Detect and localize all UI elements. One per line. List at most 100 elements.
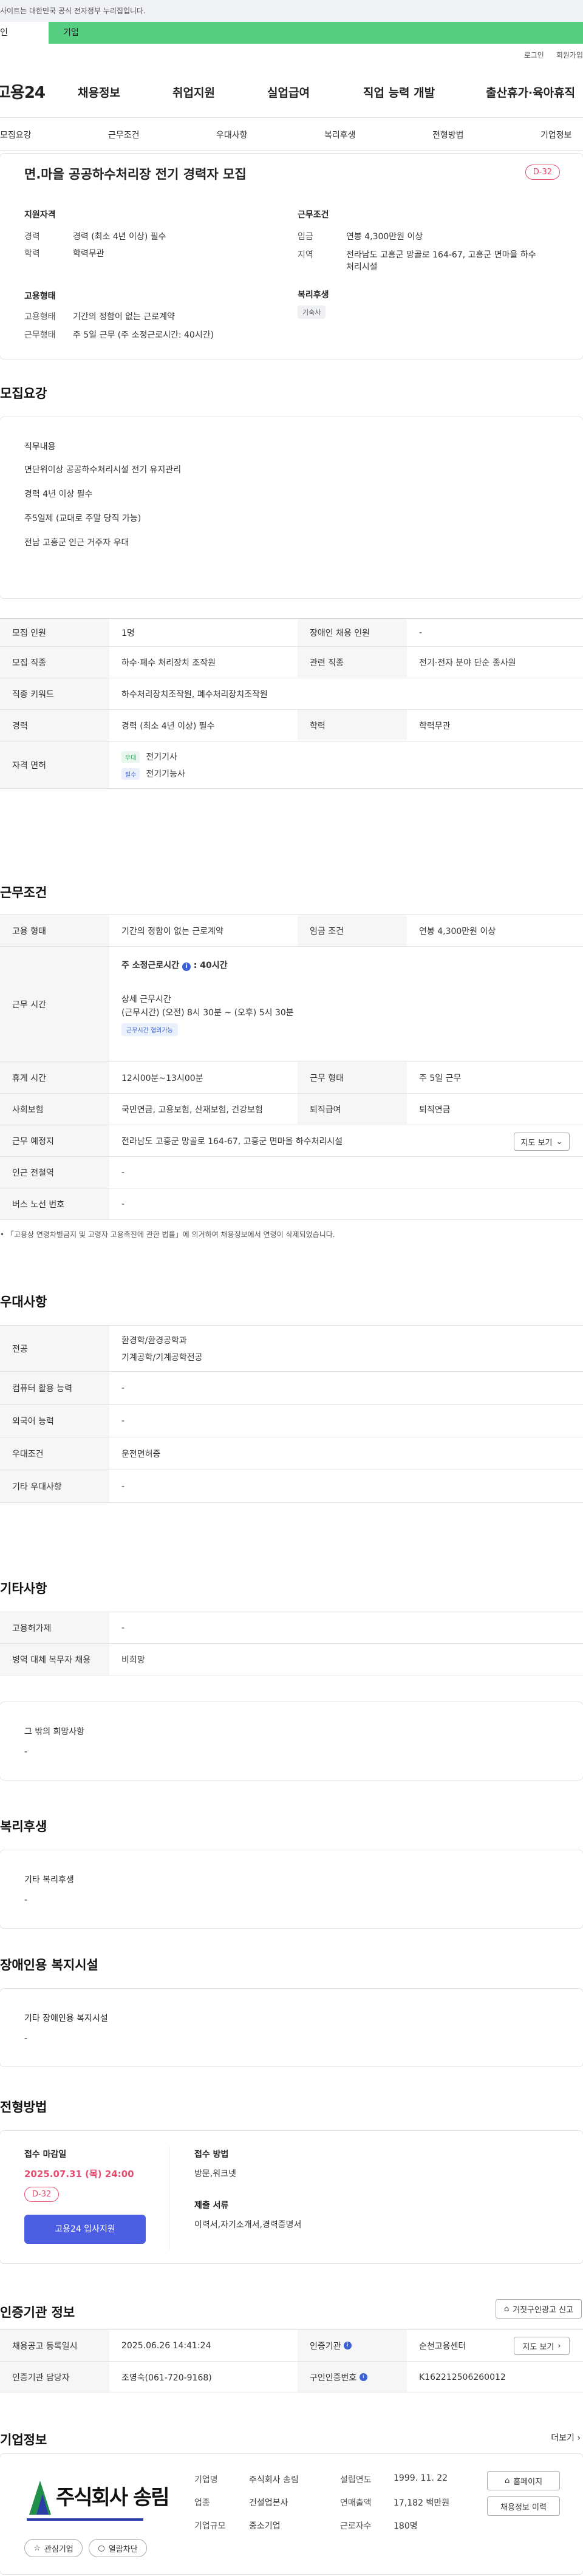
job-history-button[interactable]: 채용정보 이력 xyxy=(487,2496,560,2516)
row-value: - xyxy=(121,1481,125,1491)
welfare-heading: 복리후생 xyxy=(298,290,329,300)
row-label: 인증기관 담당자 xyxy=(0,2362,109,2393)
welfare-box: 기타 복리후생 - xyxy=(0,1850,583,1929)
gnb-unemployment[interactable]: 실업급여 xyxy=(267,84,310,100)
table-row: 컴퓨터 활용 능력 - xyxy=(0,1372,583,1405)
gnb-parental-leave[interactable]: 출산휴가·육아휴직 xyxy=(486,84,575,100)
job-summary-card: 면.마을 공공하수처리장 전기 경력자 모집 D-32 지원자격 경력 경력 (… xyxy=(0,153,583,359)
company-field-value: 17,182 백만원 xyxy=(394,2498,450,2508)
subnav-company[interactable]: 기업정보 xyxy=(540,129,572,141)
work-hours-cell: 주 소정근로시간 i : 40시간 상세 근무시간 (근무시간) (오전) 8시… xyxy=(109,947,583,1061)
subnav-work[interactable]: 근무조건 xyxy=(108,129,140,141)
table-row: 직종 키워드 하수처리장치조작원, 폐수처리장치조작원 xyxy=(0,678,583,710)
subnav-screening[interactable]: 전형방법 xyxy=(432,129,464,141)
cond-heading: 근무조건 xyxy=(298,210,329,220)
service-tabs: 인 기업 xyxy=(0,22,583,44)
info-icon[interactable]: i xyxy=(359,2373,367,2381)
detail-hours: (근무시간) (오전) 8시 30분 ~ (오후) 5시 30분 xyxy=(121,1008,294,1018)
homepage-label: 홈페이지 xyxy=(513,2477,543,2487)
gnb-jobs[interactable]: 채용정보 xyxy=(78,84,120,100)
row-value: 퇴직연금 xyxy=(419,1105,451,1115)
row-value: 2025.06.26 14:41:24 xyxy=(121,2340,211,2351)
gov-notice-bar: 사이트는 대한민국 공식 전자정부 누리집입니다. xyxy=(0,0,583,22)
info-icon[interactable]: i xyxy=(182,963,191,971)
row-label: 전공 xyxy=(0,1326,109,1371)
row-label: 학력 xyxy=(298,710,407,741)
row-value: 하수처리장치조작원, 폐수처리장치조작원 xyxy=(121,689,268,700)
join-link[interactable]: 회원가입 xyxy=(556,50,583,60)
home-icon: ⌂ xyxy=(504,2476,510,2486)
row-value: 국민연금, 고용보험, 산재보험, 건강보험 xyxy=(121,1105,263,1115)
docs-label: 제출 서류 xyxy=(194,2201,229,2210)
interest-company-button[interactable]: ☆ 관심기업 xyxy=(24,2539,83,2557)
tab-company[interactable]: 기업 xyxy=(49,22,583,44)
row-value: 주 5일 근무 xyxy=(419,1073,462,1083)
gnb-training[interactable]: 직업 능력 개발 xyxy=(363,84,435,100)
table-row: 모집 직종 하수·폐수 처리장치 조작원 관련 직종 전기·전자 분야 단순 종… xyxy=(0,647,583,678)
company-card: 주식회사 송림 ☆ 관심기업 ○ 열람차단 기업명 주식회사 송림 설립연도 199… xyxy=(0,2453,583,2575)
license-item: 우대 전기기사 xyxy=(121,751,177,763)
chevron-down-icon: ⌄ xyxy=(556,1137,563,1147)
table-row: 병역 대체 복무자 채용 비희망 xyxy=(0,1644,583,1675)
qual-label: 경력 xyxy=(24,232,40,242)
global-nav: 고용24 채용정보 취업지원 실업급여 직업 능력 개발 출산휴가·육아휴직 xyxy=(0,66,583,118)
row-value: 기간의 정함이 없는 근로계약 xyxy=(121,926,223,936)
map-view-button[interactable]: 지도 보기 ⌄ xyxy=(514,1133,570,1151)
subnav-pref[interactable]: 우대사항 xyxy=(216,129,248,141)
table-row: 전공 환경학/환경공학과 기계공학/기계공학전공 xyxy=(0,1326,583,1372)
row-value: - xyxy=(121,1383,125,1393)
tab-individual[interactable]: 인 xyxy=(0,22,49,44)
info-icon[interactable]: i xyxy=(343,2342,352,2349)
chevron-right-icon: › xyxy=(557,2341,561,2351)
login-link[interactable]: 로그인 xyxy=(524,50,544,60)
job-content-heading: 직무내용 xyxy=(24,442,56,452)
subnav-recruit[interactable]: 모집요강 xyxy=(0,129,32,141)
utility-bar: 로그인 회원가입 xyxy=(0,44,583,66)
weekly-hours-label: 주 소정근로시간 xyxy=(121,961,180,970)
company-field-label: 근로자수 xyxy=(340,2521,372,2531)
row-value: - xyxy=(121,1623,125,1633)
job-line: 경력 4년 이상 필수 xyxy=(24,489,93,499)
major-item: 기계공학/기계공학전공 xyxy=(121,1352,203,1363)
qual-value: 학력무관 xyxy=(73,249,104,259)
site-logo[interactable]: 고용24 xyxy=(0,80,63,103)
row-value: 학력무관 xyxy=(419,721,451,731)
age-notice: • 「고용상 연령차별금지 및 고령자 고용촉진에 관한 법률」에 의거하여 채… xyxy=(0,1230,335,1239)
company-logo-text: 주식회사 송림 xyxy=(56,2486,170,2510)
hours-consult-tag: 근무시간 협의가능 xyxy=(121,1023,178,1036)
company-field-label: 설립연도 xyxy=(340,2475,372,2485)
row-label: 기타 우대사항 xyxy=(0,1470,109,1502)
section-nav: 모집요강 근무조건 우대사항 복리후생 전형방법 기업정보 xyxy=(0,118,583,151)
table-row: 경력 경력 (최소 4년 이상) 필수 학력 학력무관 xyxy=(0,710,583,741)
company-more-link[interactable]: 더보기 › xyxy=(551,2431,581,2444)
table-row: 채용공고 등록일시 2025.06.26 14:41:24 인증기관 i 순천고… xyxy=(0,2330,583,2362)
row-value: 조영숙(061-720-9168) xyxy=(121,2373,212,2383)
row-value: 전기·전자 분야 단순 종사원 xyxy=(419,658,516,668)
apply-button[interactable]: 고용24 입사지원 xyxy=(24,2215,146,2244)
agency-map-button[interactable]: 지도 보기 › xyxy=(514,2337,570,2355)
cond-value: 연봉 4,300만원 이상 xyxy=(346,232,423,242)
row-label: 우대조건 xyxy=(0,1437,109,1470)
company-field-value: 180명 xyxy=(394,2521,418,2531)
subnav-welfare[interactable]: 복리후생 xyxy=(324,129,356,141)
license-list: 우대 전기기사 필수 전기기능사 xyxy=(109,741,583,788)
gnb-employment-support[interactable]: 취업지원 xyxy=(172,84,215,100)
table-row: 인증기관 담당자 조영숙(061-720-9168) 구인인증번호 i K162… xyxy=(0,2362,583,2393)
row-label: 임금 조건 xyxy=(298,915,407,946)
row-value: 하수·폐수 처리장치 조작원 xyxy=(121,658,216,668)
table-row: 우대조건 운전면허증 xyxy=(0,1437,583,1470)
row-label: 경력 xyxy=(0,710,109,741)
welfare-chip: 기숙사 xyxy=(298,305,326,319)
block-label: 열람차단 xyxy=(108,2544,138,2554)
block-view-button[interactable]: ○ 열람차단 xyxy=(89,2539,147,2557)
job-description-box: 직무내용 면단위이상 공공하수처리시설 전기 유지관리 경력 4년 이상 필수 … xyxy=(0,417,583,599)
pref-title: 우대사항 xyxy=(0,1295,47,1309)
table-row: 외국어 능력 - xyxy=(0,1405,583,1437)
report-button-label: 거짓구인광고 신고 xyxy=(513,2305,574,2315)
homepage-button[interactable]: ⌂ 홈페이지 xyxy=(487,2471,560,2490)
license-name: 전기기사 xyxy=(146,752,177,762)
other-requests-value: - xyxy=(24,1747,28,1757)
row-label: 자격 면허 xyxy=(0,741,109,788)
major-item: 환경학/환경공학과 xyxy=(121,1335,187,1346)
false-ad-report-button[interactable]: ⌂ 거짓구인광고 신고 xyxy=(496,2299,582,2319)
